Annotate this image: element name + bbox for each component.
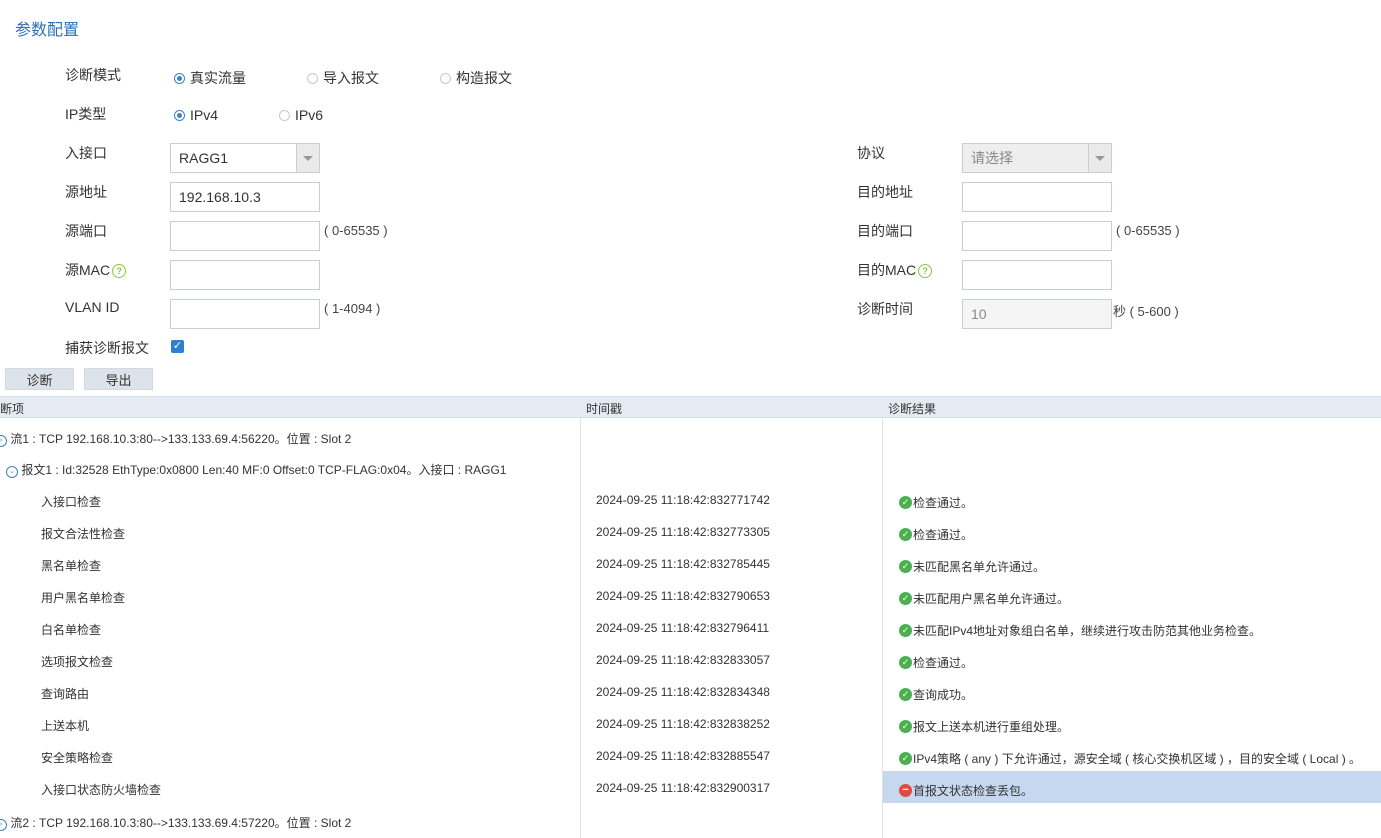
check-icon: ✓ xyxy=(899,720,912,733)
check-timestamp: 2024-09-25 11:18:42:832900317 xyxy=(596,781,770,795)
dst-addr-label: 目的地址 xyxy=(857,184,913,200)
check-icon: ✓ xyxy=(899,752,912,765)
flow-row[interactable]: › 流2 : TCP 192.168.10.3:80-->133.133.69.… xyxy=(0,814,351,831)
vlan-id-input[interactable] xyxy=(170,299,320,329)
check-result: ✓ 检查通过。 xyxy=(899,494,973,511)
col-header-item: 断项 xyxy=(0,402,25,416)
check-result: ✓ 未匹配用户黑名单允许通过。 xyxy=(899,590,1069,607)
collapse-icon[interactable]: ⌄ xyxy=(6,466,18,478)
check-item[interactable]: 用户黑名单检查 xyxy=(41,589,125,606)
check-icon: ✓ xyxy=(899,592,912,605)
dst-port-range-hint: ( 0-65535 ) xyxy=(1116,223,1180,238)
diag-time-label: 诊断时间 xyxy=(857,301,913,317)
error-icon: − xyxy=(899,784,912,797)
check-item[interactable]: 查询路由 xyxy=(41,685,89,702)
col-header-result: 诊断结果 xyxy=(888,402,937,416)
check-icon: ✓ xyxy=(899,656,912,669)
check-item[interactable]: 选项报文检查 xyxy=(41,653,113,670)
dst-port-input[interactable] xyxy=(962,221,1112,251)
check-item[interactable]: 白名单检查 xyxy=(41,621,101,638)
check-icon: ✓ xyxy=(899,528,912,541)
radio-checked-icon xyxy=(174,72,185,84)
dst-port-label: 目的端口 xyxy=(857,223,913,239)
radio-ipv6[interactable]: IPv6 xyxy=(279,107,323,123)
check-timestamp: 2024-09-25 11:18:42:832771742 xyxy=(596,493,770,507)
radio-construct-packet[interactable]: 构造报文 xyxy=(440,68,512,88)
check-result: ✓ 检查通过。 xyxy=(899,526,973,543)
chevron-down-icon xyxy=(1088,144,1111,172)
expand-icon[interactable]: › xyxy=(0,435,7,447)
src-addr-input[interactable]: 192.168.10.3 xyxy=(170,182,320,212)
src-port-label: 源端口 xyxy=(65,223,107,239)
check-item[interactable]: 黑名单检查 xyxy=(41,557,101,574)
check-timestamp: 2024-09-25 11:18:42:832834348 xyxy=(596,685,770,699)
radio-import-packet[interactable]: 导入报文 xyxy=(307,68,379,88)
in-interface-select[interactable]: RAGG1 xyxy=(170,143,320,173)
export-button[interactable]: 导出 xyxy=(84,368,153,390)
check-item[interactable]: 入接口状态防火墙检查 xyxy=(41,781,161,798)
diag-mode-label: 诊断模式 xyxy=(65,67,121,83)
capture-label: 捕获诊断报文 xyxy=(65,340,149,356)
check-item[interactable]: 入接口检查 xyxy=(41,493,101,510)
protocol-select[interactable]: 请选择 xyxy=(962,143,1112,173)
check-timestamp: 2024-09-25 11:18:42:832785445 xyxy=(596,557,770,571)
chevron-down-icon xyxy=(296,144,319,172)
radio-unchecked-icon xyxy=(279,109,290,121)
dst-mac-input[interactable] xyxy=(962,260,1112,290)
check-result: ✓ 未匹配IPv4地址对象组白名单，继续进行攻击防范其他业务检查。 xyxy=(899,622,1261,639)
check-timestamp: 2024-09-25 11:18:42:832833057 xyxy=(596,653,770,667)
src-addr-label: 源地址 xyxy=(65,184,107,200)
help-icon[interactable]: ? xyxy=(112,264,127,278)
check-result: ✓ 查询成功。 xyxy=(899,686,973,703)
diagnose-button[interactable]: 诊断 xyxy=(5,368,74,390)
check-result: − 首报文状态检查丢包。 xyxy=(899,782,1033,799)
radio-ipv4[interactable]: IPv4 xyxy=(174,107,218,123)
check-timestamp: 2024-09-25 11:18:42:832885547 xyxy=(596,749,770,763)
ip-type-label: IP类型 xyxy=(65,106,107,122)
check-timestamp: 2024-09-25 11:18:42:832796411 xyxy=(596,621,770,635)
radio-unchecked-icon xyxy=(307,72,318,84)
check-result: ✓ 报文上送本机进行重组处理。 xyxy=(899,718,1069,735)
diag-time-input[interactable]: 10 xyxy=(962,299,1112,329)
src-port-input[interactable] xyxy=(170,221,320,251)
table-header xyxy=(0,396,1381,418)
check-timestamp: 2024-09-25 11:18:42:832838252 xyxy=(596,717,770,731)
col-header-time: 时间戳 xyxy=(586,402,623,416)
src-mac-label: 源MAC? xyxy=(65,260,127,280)
expand-icon[interactable]: › xyxy=(0,819,7,831)
check-result: ✓ 检查通过。 xyxy=(899,654,973,671)
vlan-range-hint: ( 1-4094 ) xyxy=(324,301,381,316)
help-icon[interactable]: ? xyxy=(918,264,933,278)
radio-unchecked-icon xyxy=(440,72,451,84)
check-timestamp: 2024-09-25 11:18:42:832773305 xyxy=(596,525,770,539)
protocol-label: 协议 xyxy=(857,145,885,161)
check-item[interactable]: 安全策略检查 xyxy=(41,749,113,766)
flow-row[interactable]: › 流1 : TCP 192.168.10.3:80-->133.133.69.… xyxy=(0,430,351,447)
capture-checkbox[interactable]: ✓ xyxy=(171,340,184,353)
diag-time-hint: 秒 ( 5-600 ) xyxy=(1113,304,1179,319)
section-title: 参数配置 xyxy=(15,22,80,39)
src-mac-input[interactable] xyxy=(170,260,320,290)
check-icon: ✓ xyxy=(899,624,912,637)
src-port-range-hint: ( 0-65535 ) xyxy=(324,223,388,238)
radio-real-traffic[interactable]: 真实流量 xyxy=(174,68,246,88)
check-item[interactable]: 上送本机 xyxy=(41,717,89,734)
column-divider xyxy=(580,418,581,838)
vlan-id-label: VLAN ID xyxy=(65,299,120,315)
radio-checked-icon xyxy=(174,109,185,121)
in-interface-label: 入接口 xyxy=(65,145,107,161)
dst-mac-label: 目的MAC? xyxy=(857,260,933,280)
dst-addr-input[interactable] xyxy=(962,182,1112,212)
packet-row[interactable]: ⌄ 报文1 : Id:32528 EthType:0x0800 Len:40 M… xyxy=(6,461,506,478)
check-icon: ✓ xyxy=(899,496,912,509)
check-result: ✓ 未匹配黑名单允许通过。 xyxy=(899,558,1045,575)
check-icon: ✓ xyxy=(899,688,912,701)
check-timestamp: 2024-09-25 11:18:42:832790653 xyxy=(596,589,770,603)
check-icon: ✓ xyxy=(899,560,912,573)
check-result: ✓ IPv4策略 ( any ) 下允许通过，源安全域 ( 核心交换机区域 ) ，… xyxy=(899,750,1361,767)
check-item[interactable]: 报文合法性检查 xyxy=(41,525,125,542)
